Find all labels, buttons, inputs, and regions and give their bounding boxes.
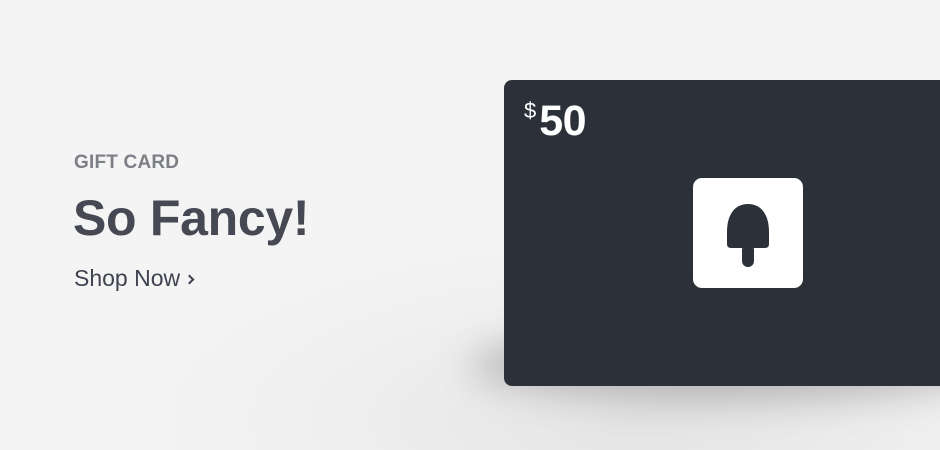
card-price: $ 50 [524, 97, 587, 145]
logo-tile [693, 178, 803, 288]
gift-card-banner: GIFT CARD So Fancy! Shop Now $ 50 [0, 0, 940, 450]
card-amount: 50 [539, 97, 587, 145]
popsicle-icon [727, 204, 769, 267]
headline: So Fancy! [73, 190, 310, 246]
eyebrow-label: GIFT CARD [74, 152, 180, 173]
chevron-right-icon [184, 274, 195, 285]
gift-card[interactable]: $ 50 [504, 80, 940, 386]
promo-copy: GIFT CARD So Fancy! Shop Now [73, 152, 310, 292]
shop-now-label: Shop Now [74, 265, 181, 291]
shop-now-link[interactable]: Shop Now [74, 264, 195, 292]
currency-symbol: $ [524, 98, 537, 123]
